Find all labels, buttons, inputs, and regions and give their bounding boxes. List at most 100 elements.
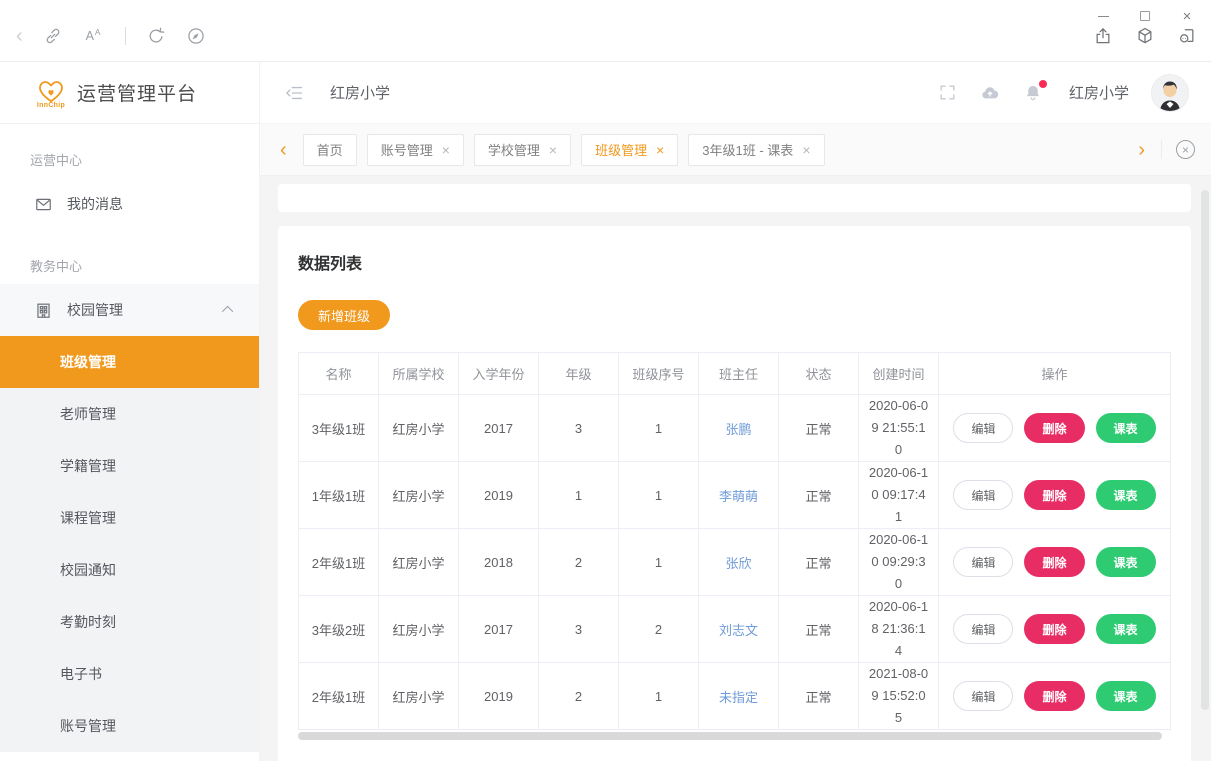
refresh-icon[interactable] — [146, 26, 166, 46]
cell-class-no: 1 — [619, 529, 699, 596]
close-all-tabs-icon[interactable]: × — [1176, 140, 1195, 159]
edit-button[interactable]: 编辑 — [953, 413, 1013, 443]
minimize-icon — [1098, 16, 1109, 17]
minimize-button[interactable] — [1089, 4, 1117, 28]
sidebar-item-account-mgmt[interactable]: 账号管理 — [0, 700, 259, 752]
building-icon — [34, 301, 53, 320]
sidebar-item-campus[interactable]: 校园管理 — [0, 284, 259, 336]
sidebar-item-messages[interactable]: 我的消息 — [0, 178, 259, 230]
cell-grade: 3 — [539, 395, 619, 462]
teacher-link[interactable]: 刘志文 — [719, 623, 758, 638]
teacher-link[interactable]: 未指定 — [719, 690, 758, 705]
close-tab-icon[interactable]: × — [656, 143, 664, 157]
table-row: 1年级1班 红房小学 2019 1 1 李萌萌 正常 2020-06-10 09… — [299, 462, 1171, 529]
vertical-scrollbar[interactable] — [1201, 190, 1209, 710]
close-all-tabs: × — [1161, 140, 1197, 159]
schedule-button[interactable]: 课表 — [1096, 413, 1156, 443]
share-icon[interactable] — [1093, 26, 1113, 46]
cell-created: 2021-08-09 15:52:05 — [859, 663, 939, 730]
col-actions: 操作 — [939, 353, 1171, 395]
notification-badge — [1039, 80, 1047, 88]
edit-button[interactable]: 编辑 — [953, 681, 1013, 711]
svg-text:A: A — [85, 29, 94, 43]
cell-school: 红房小学 — [379, 529, 459, 596]
page-header: 红房小学 红房小学 — [260, 62, 1211, 124]
schedule-button[interactable]: 课表 — [1096, 480, 1156, 510]
tab-account-mgmt[interactable]: 账号管理 × — [367, 134, 464, 166]
cell-class-no: 1 — [619, 395, 699, 462]
tab-class-schedule[interactable]: 3年级1班 - 课表 × — [688, 134, 824, 166]
delete-button[interactable]: 删除 — [1024, 480, 1084, 510]
window-chrome: × ‹ AA — [0, 0, 1211, 62]
teacher-link[interactable]: 李萌萌 — [719, 489, 758, 504]
teacher-link[interactable]: 张欣 — [725, 556, 751, 571]
schedule-button[interactable]: 课表 — [1096, 681, 1156, 711]
panel-title: 数据列表 — [298, 250, 1171, 274]
edit-button[interactable]: 编辑 — [953, 614, 1013, 644]
tab-label: 账号管理 — [381, 140, 433, 159]
col-head-teacher: 班主任 — [699, 353, 779, 395]
sidebar-item-course-mgmt[interactable]: 课程管理 — [0, 492, 259, 544]
cloud-upload-icon[interactable] — [979, 83, 1001, 103]
tab-home[interactable]: 首页 — [303, 134, 357, 166]
delete-button[interactable]: 删除 — [1024, 413, 1084, 443]
schedule-button[interactable]: 课表 — [1096, 547, 1156, 577]
back-icon[interactable]: ‹ — [16, 26, 23, 46]
tabs-scroll-right-icon[interactable]: › — [1132, 140, 1151, 160]
delete-button[interactable]: 删除 — [1024, 681, 1084, 711]
chevron-up-icon — [222, 306, 233, 317]
sidebar-item-label: 我的消息 — [67, 194, 123, 214]
tab-label: 班级管理 — [595, 140, 647, 159]
compass-icon[interactable] — [186, 26, 206, 46]
logo-heart-icon: InnChip — [34, 76, 68, 109]
maximize-button[interactable] — [1131, 4, 1159, 28]
delete-button[interactable]: 删除 — [1024, 614, 1084, 644]
sidebar-item-label: 校园管理 — [67, 300, 211, 320]
edit-button[interactable]: 编辑 — [953, 547, 1013, 577]
tab-school-mgmt[interactable]: 学校管理 × — [474, 134, 571, 166]
close-tab-icon[interactable]: × — [802, 143, 810, 157]
sidebar-item-campus-notice[interactable]: 校园通知 — [0, 544, 259, 596]
link-icon[interactable] — [43, 26, 63, 46]
filter-panel — [278, 184, 1191, 212]
session-icon[interactable] — [1177, 26, 1197, 46]
cell-grade: 2 — [539, 663, 619, 730]
notifications-bell-icon[interactable] — [1023, 83, 1043, 103]
avatar[interactable] — [1151, 74, 1189, 112]
add-class-button[interactable]: 新增班级 — [298, 300, 390, 330]
sidebar-item-class-mgmt[interactable]: 班级管理 — [0, 336, 259, 388]
cell-school: 红房小学 — [379, 663, 459, 730]
cell-enroll-year: 2019 — [459, 462, 539, 529]
tab-label: 3年级1班 - 课表 — [702, 140, 793, 159]
sidebar-item-attendance[interactable]: 考勤时刻 — [0, 596, 259, 648]
delete-button[interactable]: 删除 — [1024, 547, 1084, 577]
sidebar-submenu: 班级管理 老师管理 学籍管理 课程管理 校园通知 考勤时刻 电子书 账号管理 — [0, 336, 259, 752]
cell-created: 2020-06-10 09:29:30 — [859, 529, 939, 596]
tab-class-mgmt[interactable]: 班级管理 × — [581, 134, 678, 166]
col-class-no: 班级序号 — [619, 353, 699, 395]
edit-button[interactable]: 编辑 — [953, 480, 1013, 510]
sidebar-item-teacher-mgmt[interactable]: 老师管理 — [0, 388, 259, 440]
fullscreen-icon[interactable] — [938, 83, 957, 102]
cell-enroll-year: 2017 — [459, 596, 539, 663]
col-school: 所属学校 — [379, 353, 459, 395]
collapse-sidebar-icon[interactable] — [284, 83, 304, 103]
app-logo: InnChip 运营管理平台 — [0, 62, 259, 124]
close-tab-icon[interactable]: × — [549, 143, 557, 157]
schedule-button[interactable]: 课表 — [1096, 614, 1156, 644]
sidebar-section-edu: 教务中心 — [0, 250, 259, 280]
close-tab-icon[interactable]: × — [442, 143, 450, 157]
sidebar-item-ebook[interactable]: 电子书 — [0, 648, 259, 700]
tab-label: 学校管理 — [488, 140, 540, 159]
horizontal-scrollbar[interactable] — [298, 732, 1162, 740]
teacher-link[interactable]: 张鹏 — [725, 422, 751, 437]
username-label[interactable]: 红房小学 — [1069, 82, 1129, 103]
data-list-panel: 数据列表 新增班级 名称 所属学校 入学年份 年级 班级序号 — [278, 226, 1191, 761]
tabs-scroll-left-icon[interactable]: ‹ — [274, 140, 293, 160]
close-window-button[interactable]: × — [1173, 4, 1201, 28]
current-school-label[interactable]: 红房小学 — [330, 82, 390, 103]
table-row: 3年级2班 红房小学 2017 3 2 刘志文 正常 2020-06-18 21… — [299, 596, 1171, 663]
sidebar-item-student-mgmt[interactable]: 学籍管理 — [0, 440, 259, 492]
font-size-icon[interactable]: AA — [83, 26, 105, 46]
package-icon[interactable] — [1135, 26, 1155, 46]
